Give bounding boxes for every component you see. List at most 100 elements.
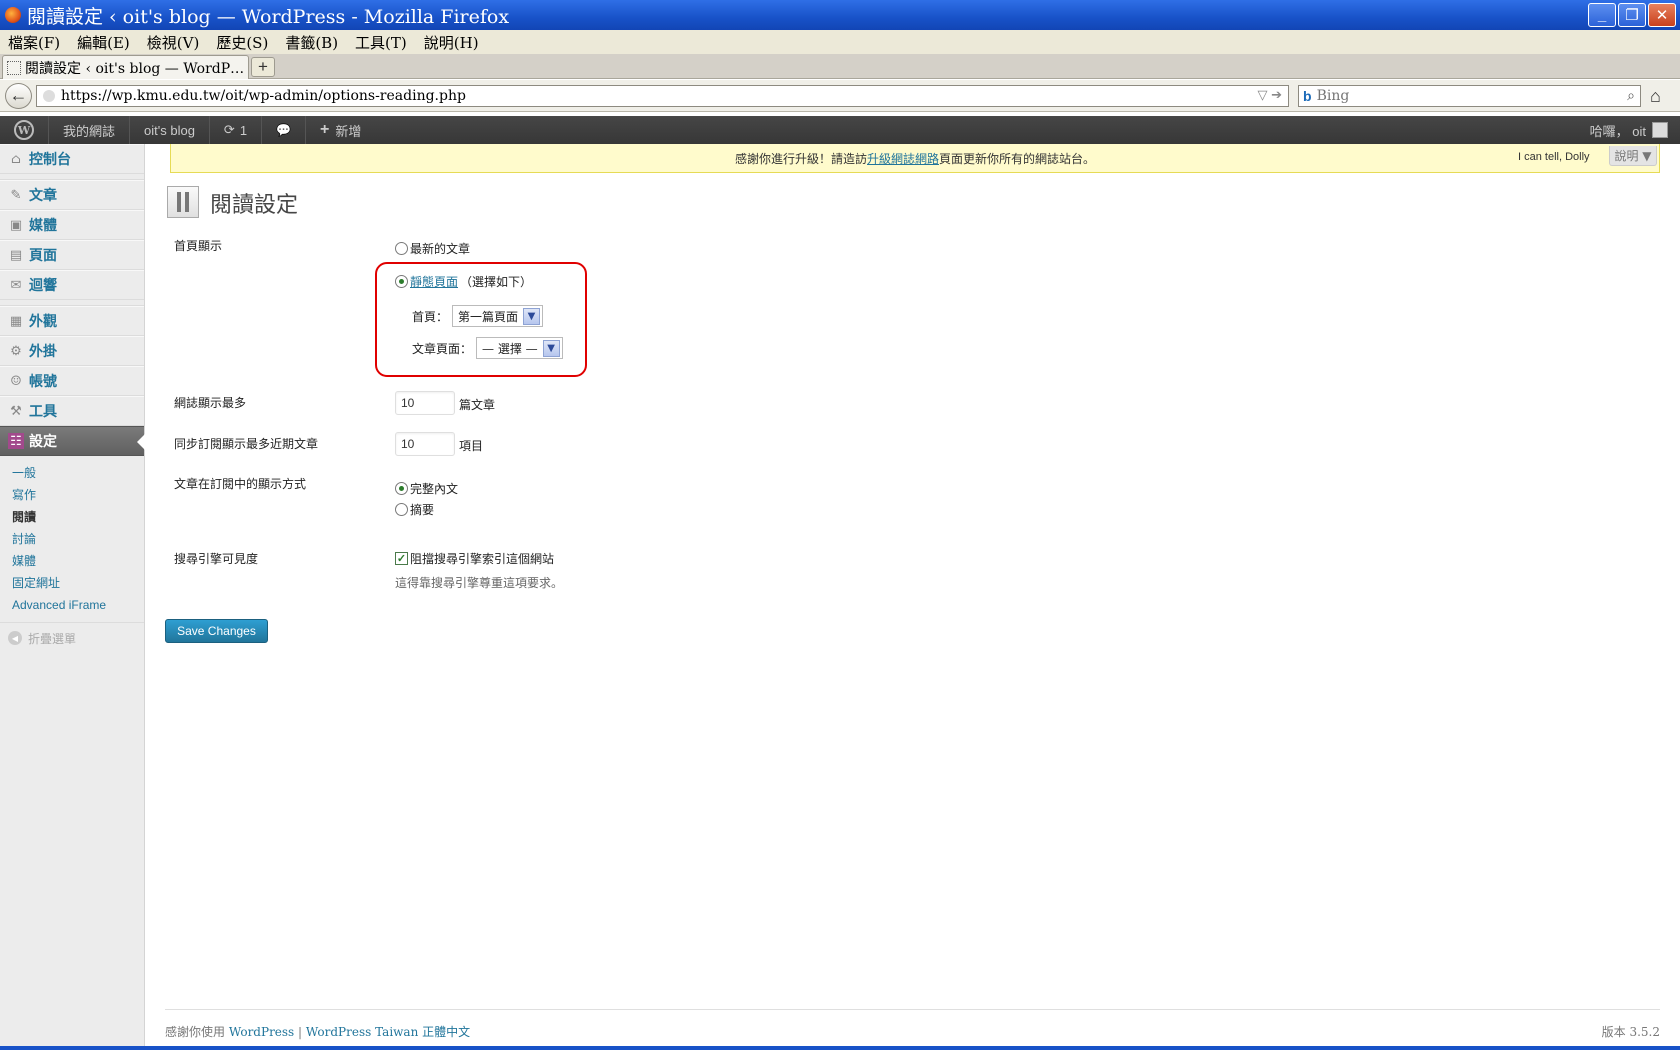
sidebar-item-settings[interactable]: ☷ 設定 — [0, 426, 145, 456]
menu-tools[interactable]: 工具(T) — [355, 32, 407, 53]
footer-divider — [165, 1009, 1660, 1010]
menu-edit[interactable]: 編輯(E) — [77, 32, 130, 53]
collapse-arrow-icon: ◀ — [8, 631, 22, 645]
maximize-button[interactable]: ❐ — [1618, 3, 1646, 27]
firefox-icon — [5, 7, 21, 23]
submenu-reading[interactable]: 閱讀 — [0, 506, 144, 528]
upgrade-network-link[interactable]: 升級網誌網路 — [867, 150, 939, 167]
update-notice: 感謝你進行升級！請造訪 升級網誌網路 頁面更新你所有的網誌站台。 — [170, 144, 1660, 173]
latest-posts-option[interactable]: 最新的文章 — [395, 240, 470, 257]
url-text[interactable]: https://wp.kmu.edu.tw/oit/wp-admin/optio… — [61, 88, 466, 104]
sidebar-item-label: 外觀 — [29, 314, 57, 330]
wp-admin-bar: W 我的網誌 oit's blog ⟳ 1 💬 + 新增 哈囉， oit — [0, 116, 1680, 144]
wordpress-taiwan-link[interactable]: WordPress Taiwan 正體中文 — [306, 1025, 470, 1039]
latest-posts-label[interactable]: 最新的文章 — [410, 240, 470, 257]
full-text-label[interactable]: 完整內文 — [410, 480, 458, 497]
home-icon[interactable]: ⌂ — [1650, 86, 1661, 107]
blog-pages-label: 網誌顯示最多 — [174, 396, 247, 410]
sidebar-item-posts[interactable]: ✎ 文章 — [0, 180, 144, 210]
menu-bar: 檔案(F) 編輯(E) 檢視(V) 歷史(S) 書籤(B) 工具(T) 說明(H… — [0, 30, 1680, 54]
close-button[interactable]: ✕ — [1648, 3, 1676, 27]
go-arrow-icon[interactable]: ▽ ➔ — [1257, 87, 1282, 103]
url-bar[interactable]: https://wp.kmu.edu.tw/oit/wp-admin/optio… — [36, 85, 1289, 107]
settings-page-icon — [167, 186, 199, 218]
feed-posts-input[interactable]: 10 — [395, 432, 455, 456]
greeting-text[interactable]: 哈囉， oit — [1590, 121, 1646, 140]
site-identity-icon[interactable] — [43, 90, 55, 102]
red-highlight-annotation — [375, 262, 587, 377]
new-content-label: 新增 — [335, 123, 362, 139]
back-button[interactable]: ← — [5, 83, 32, 109]
dashboard-icon: ⌂ — [11, 151, 21, 167]
summary-option[interactable]: 摘要 — [395, 501, 434, 518]
collapse-menu-button[interactable]: ◀ 折疊選單 — [0, 623, 144, 653]
sidebar-item-dashboard[interactable]: ⌂ 控制台 — [0, 144, 144, 174]
window-controls: _ ❐ ✕ — [1588, 3, 1676, 27]
submenu-general[interactable]: 一般 — [0, 462, 144, 484]
avatar[interactable] — [1652, 122, 1668, 138]
sidebar-item-label: 帳號 — [29, 374, 57, 390]
my-account-menu[interactable]: 哈囉， oit — [1590, 116, 1668, 144]
window-title: 閱讀設定 ‹ oit's blog — WordPress - Mozilla … — [27, 5, 510, 28]
pin-icon: ✎ — [10, 187, 22, 203]
tab-label: 閱讀設定 ‹ oit's blog — WordP… — [25, 60, 245, 77]
sidebar-item-appearance[interactable]: ▦ 外觀 — [0, 306, 144, 336]
submenu-media[interactable]: 媒體 — [0, 550, 144, 572]
menu-view[interactable]: 檢視(V) — [147, 32, 200, 53]
notice-text-before: 感謝你進行升級！請造訪 — [734, 151, 867, 166]
full-text-radio[interactable] — [395, 482, 408, 495]
comments-link[interactable]: 💬 — [262, 116, 307, 144]
discourage-search-option[interactable]: ✓ 阻擋搜尋引擎索引這個網站 — [395, 550, 554, 567]
minimize-button[interactable]: _ — [1588, 3, 1616, 27]
feed-posts-label: 同步訂閱顯示最多近期文章 — [174, 437, 319, 451]
sidebar-item-comments[interactable]: ✉ 迴響 — [0, 270, 144, 300]
sidebar-item-label: 工具 — [29, 404, 57, 420]
full-text-option[interactable]: 完整內文 — [395, 480, 458, 497]
page-title: 閱讀設定 — [210, 193, 299, 218]
sidebar-item-pages[interactable]: ▤ 頁面 — [0, 240, 144, 270]
hello-dolly-text: I can tell, Dolly — [1518, 151, 1590, 163]
new-content-link[interactable]: + 新增 — [306, 116, 375, 144]
sidebar-item-users[interactable]: ☺ 帳號 — [0, 366, 144, 396]
search-icon[interactable]: ⌕ — [1627, 87, 1635, 104]
menu-file[interactable]: 檔案(F) — [8, 32, 60, 53]
window-titlebar: 閱讀設定 ‹ oit's blog — WordPress - Mozilla … — [0, 0, 1680, 30]
notice-text-after: 頁面更新你所有的網誌站台。 — [939, 151, 1096, 166]
summary-radio[interactable] — [395, 503, 408, 516]
updates-link[interactable]: ⟳ 1 — [210, 116, 263, 144]
users-icon: ☺ — [10, 373, 22, 389]
blog-pages-input[interactable]: 10 — [395, 391, 455, 415]
menu-help[interactable]: 說明(H) — [424, 32, 479, 53]
my-sites-link[interactable]: 我的網誌 — [49, 116, 131, 144]
search-input[interactable] — [1316, 88, 1607, 104]
discourage-search-checkbox[interactable]: ✓ — [395, 552, 408, 565]
submenu-writing[interactable]: 寫作 — [0, 484, 144, 506]
discourage-search-description: 這得靠搜尋引擎尊重這項要求。 — [395, 576, 564, 590]
footer-separator: | — [294, 1025, 306, 1039]
comment-bubble-icon: 💬 — [276, 123, 292, 137]
bing-icon[interactable]: b — [1303, 88, 1312, 104]
submenu-permalinks[interactable]: 固定網址 — [0, 572, 144, 594]
help-tab-button[interactable]: 說明 ▼ — [1609, 146, 1657, 166]
tab-reading-settings[interactable]: 閱讀設定 ‹ oit's blog — WordP… — [2, 55, 249, 79]
menu-history[interactable]: 歷史(S) — [216, 32, 268, 53]
search-bar[interactable]: b ⌕ — [1298, 85, 1641, 107]
wp-logo-menu[interactable]: W — [0, 116, 49, 144]
sidebar-item-media[interactable]: ▣ 媒體 — [0, 210, 144, 240]
sidebar-item-label: 外掛 — [29, 344, 57, 360]
new-tab-button[interactable]: + — [251, 57, 275, 77]
wordpress-logo-icon: W — [14, 120, 34, 140]
latest-posts-radio[interactable] — [395, 242, 408, 255]
summary-label[interactable]: 摘要 — [410, 501, 434, 518]
discourage-search-label[interactable]: 阻擋搜尋引擎索引這個網站 — [410, 550, 554, 567]
save-changes-button[interactable]: Save Changes — [165, 619, 268, 643]
sidebar-item-tools[interactable]: ⚒ 工具 — [0, 396, 144, 426]
submenu-advanced-iframe[interactable]: Advanced iFrame — [0, 594, 144, 616]
menu-bookmarks[interactable]: 書籤(B) — [285, 32, 338, 53]
sidebar-item-plugins[interactable]: ⚙ 外掛 — [0, 336, 144, 366]
sidebar-item-label: 文章 — [29, 188, 57, 204]
site-name-link[interactable]: oit's blog — [130, 116, 210, 144]
submenu-discussion[interactable]: 討論 — [0, 528, 144, 550]
wordpress-link[interactable]: WordPress — [229, 1025, 294, 1039]
page-favicon-icon — [7, 60, 21, 75]
